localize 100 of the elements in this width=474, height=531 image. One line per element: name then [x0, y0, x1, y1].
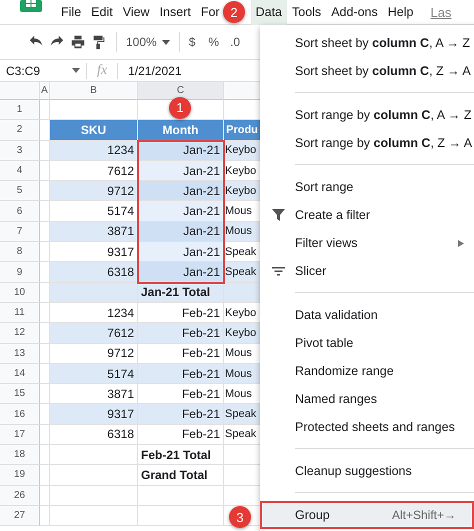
sheets-logo[interactable]: [20, 0, 42, 12]
table-cell: Mous: [224, 222, 260, 242]
row-number[interactable]: 15: [0, 384, 40, 404]
menu-item[interactable]: Sort range by column C, A → Z: [260, 101, 474, 129]
name-box[interactable]: C3:C9: [6, 64, 40, 78]
menu-item[interactable]: Tools: [287, 0, 326, 24]
row-number[interactable]: 17: [0, 424, 40, 446]
menu-item[interactable]: Filter views: [260, 229, 474, 257]
table-cell: 1234: [50, 140, 138, 161]
row-number[interactable]: 13: [0, 344, 40, 364]
table-cell: Jan-21: [138, 160, 224, 182]
table-cell: Jan-21: [138, 201, 224, 222]
table-cell: Feb-21: [138, 404, 224, 425]
menu-item[interactable]: Sort sheet by column C, Z → A: [260, 57, 474, 85]
table-cell: Keybo: [224, 323, 260, 344]
table-cell: [40, 506, 50, 526]
header-cell: Month: [138, 120, 224, 141]
row-number[interactable]: 27: [0, 506, 40, 526]
row-number[interactable]: 26: [0, 486, 40, 506]
menu-item[interactable]: Cleanup suggestions: [260, 457, 474, 485]
table-cell: [224, 282, 260, 303]
table-cell: [40, 242, 50, 262]
menu-item[interactable]: Randomize range: [260, 357, 474, 385]
step-badge: 2: [223, 1, 245, 23]
row-number[interactable]: 7: [0, 222, 40, 242]
row-number[interactable]: 3: [0, 140, 40, 161]
table-cell: Speak: [224, 404, 260, 425]
menu-item[interactable]: Add-ons: [326, 0, 383, 24]
table-cell: [40, 302, 50, 324]
menu-item[interactable]: Edit: [86, 0, 118, 24]
slicer-icon: [272, 265, 285, 277]
row-number[interactable]: 19: [0, 465, 40, 486]
header-cell: SKU: [50, 120, 138, 141]
row-number[interactable]: 11: [0, 302, 40, 324]
total-label: Feb-21 Total: [138, 445, 224, 466]
table-cell: Mous: [224, 364, 260, 384]
menu-item[interactable]: Named ranges: [260, 385, 474, 413]
zoom-select[interactable]: 100%: [126, 35, 157, 49]
table-cell: Feb-21: [138, 323, 224, 344]
menu-item[interactable]: Protected sheets and ranges: [260, 413, 474, 441]
menu-item[interactable]: Sort range: [260, 173, 474, 201]
last-edit-link[interactable]: Las: [430, 4, 452, 20]
menu-item[interactable]: Sort range by column C, Z → A: [260, 129, 474, 157]
menu-item[interactable]: Help: [382, 0, 418, 24]
decimal-button[interactable]: .0: [230, 35, 240, 49]
row-number[interactable]: 2: [0, 120, 40, 141]
table-cell: Jan-21: [138, 181, 224, 202]
row-number[interactable]: 6: [0, 201, 40, 222]
row-number[interactable]: 9: [0, 262, 40, 283]
menu-item[interactable]: Data validation: [260, 301, 474, 329]
fx-label: fx: [86, 62, 118, 78]
menu-item[interactable]: Sort sheet by column C, A → Z: [260, 29, 474, 57]
row-number[interactable]: 10: [0, 282, 40, 303]
caret-icon[interactable]: [72, 68, 80, 73]
table-cell: Keybo: [224, 140, 260, 161]
currency-button[interactable]: $: [188, 35, 196, 49]
row-number[interactable]: 8: [0, 242, 40, 262]
column-header[interactable]: C: [138, 82, 224, 100]
table-cell: Keybo: [224, 181, 260, 202]
row-number[interactable]: 5: [0, 181, 40, 202]
row-number[interactable]: 4: [0, 160, 40, 182]
step-badge: 3: [229, 506, 251, 528]
table-cell: 3871: [50, 222, 138, 242]
table-cell: 5174: [50, 364, 138, 384]
paint-format-icon[interactable]: [91, 34, 107, 50]
table-cell: [40, 465, 50, 486]
table-cell: [40, 344, 50, 364]
table-cell: [40, 486, 50, 506]
table-cell: Jan-21: [138, 262, 224, 283]
menu-item[interactable]: Data: [250, 0, 287, 24]
menu-item[interactable]: File: [56, 0, 86, 24]
row-number[interactable]: 1: [0, 100, 40, 120]
menu-item[interactable]: Slicer: [260, 257, 474, 285]
table-cell: [40, 424, 50, 446]
menu-item[interactable]: Create a filter: [260, 201, 474, 229]
row-number[interactable]: 18: [0, 445, 40, 466]
menu-item[interactable]: For: [196, 0, 225, 24]
column-header[interactable]: A: [40, 82, 50, 100]
menu-item[interactable]: Pivot table: [260, 329, 474, 357]
total-label: Grand Total: [138, 465, 224, 486]
row-number[interactable]: 14: [0, 364, 40, 384]
menu-item[interactable]: View: [118, 0, 155, 24]
formula-field[interactable]: 1/21/2021: [118, 64, 182, 78]
caret-icon[interactable]: [162, 40, 170, 44]
table-cell: Feb-21: [138, 424, 224, 446]
table-cell: Speak: [224, 262, 260, 283]
row-number[interactable]: 16: [0, 404, 40, 425]
percent-button[interactable]: %: [208, 35, 220, 49]
table-cell: Feb-21: [138, 364, 224, 384]
table-cell: 7612: [50, 323, 138, 344]
print-icon[interactable]: [70, 34, 86, 50]
shortcut-label: Alt+Shift+→: [392, 508, 456, 522]
row-number[interactable]: 12: [0, 323, 40, 344]
menu-item[interactable]: Group Alt+Shift+→: [260, 501, 474, 529]
column-header[interactable]: B: [50, 82, 138, 100]
table-cell: Jan-21: [138, 242, 224, 262]
table-cell: [40, 201, 50, 222]
menu-item[interactable]: Insert: [154, 0, 196, 24]
table-cell: [40, 384, 50, 404]
total-label: Jan-21 Total: [138, 282, 224, 303]
